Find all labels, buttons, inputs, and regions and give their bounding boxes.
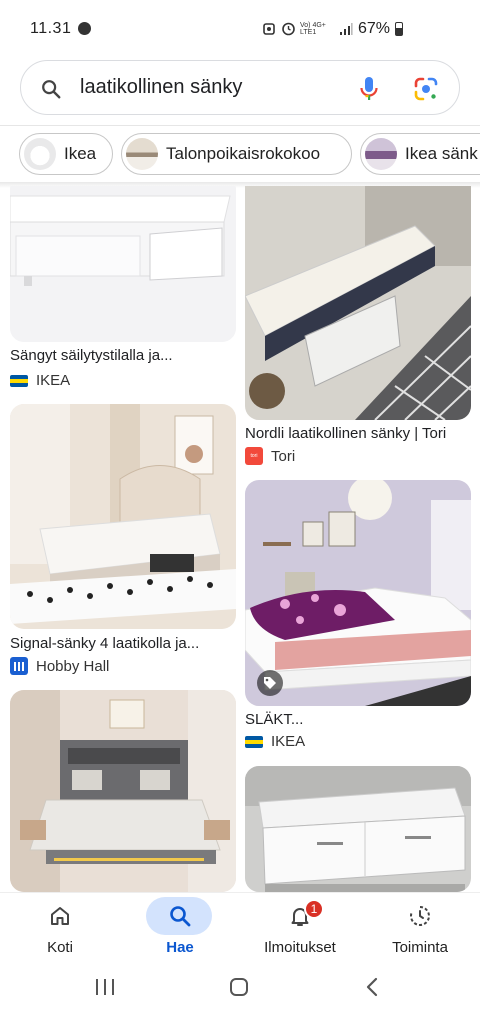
activity-icon[interactable]	[408, 904, 432, 928]
result-card[interactable]	[245, 480, 471, 706]
result-title[interactable]: Signal-sänky 4 laatikolla ja...	[10, 635, 236, 652]
result-card[interactable]	[10, 404, 236, 629]
result-source[interactable]: tori Tori	[245, 447, 295, 465]
result-card[interactable]	[245, 186, 471, 420]
bed-illustration	[245, 186, 471, 420]
result-source-name: IKEA	[36, 372, 71, 389]
mic-icon[interactable]	[357, 75, 381, 103]
status-bar: 11.31 Vo) 4G+ LTE1 67%	[0, 0, 480, 56]
search-box[interactable]: laatikollinen sänky	[20, 60, 460, 115]
chip-label: Talonpoikaisrokokoo	[166, 144, 321, 163]
nav-label: Koti	[47, 939, 73, 956]
result-source[interactable]: IKEA	[10, 372, 70, 389]
result-title[interactable]: Nordli laatikollinen sänky | Tori	[245, 425, 471, 442]
nav-item-ilmoitukset[interactable]: 1 Ilmoitukset	[240, 893, 360, 963]
chip-thumbnail	[365, 138, 397, 170]
nav-item-koti[interactable]: Koti	[0, 893, 120, 963]
status-time: 11.31	[30, 20, 72, 37]
nav-label: Toiminta	[392, 939, 448, 956]
battery-percent: 67%	[357, 20, 390, 37]
alarm-icon	[263, 23, 275, 35]
chip-ikea[interactable]: Ikea	[19, 133, 113, 175]
ikea-favicon-icon	[245, 735, 263, 748]
nav-item-hae[interactable]: Hae	[120, 893, 240, 963]
search-input[interactable]: laatikollinen sänky	[80, 76, 242, 99]
chip-thumbnail	[24, 138, 56, 170]
result-source-name: Hobby Hall	[36, 657, 110, 675]
result-source-name: Tori	[271, 447, 296, 465]
result-image[interactable]	[10, 404, 236, 629]
image-results-grid: Sängyt säilytystilalla ja... IKEA Signal…	[0, 186, 480, 892]
result-source[interactable]: Hobby Hall	[10, 657, 109, 675]
notification-badge: 1	[304, 899, 324, 919]
nav-label: Ilmoitukset	[264, 939, 336, 956]
tori-favicon-icon: tori	[245, 447, 263, 465]
nav-label: Hae	[166, 939, 194, 956]
home-button-icon[interactable]	[226, 974, 252, 1000]
result-card[interactable]	[245, 766, 471, 892]
result-card[interactable]	[10, 690, 236, 892]
bed-illustration	[10, 186, 236, 342]
filter-chips: Ikea Talonpoikaisrokokoo Ikea sänk	[0, 133, 480, 177]
result-image[interactable]	[10, 186, 236, 342]
product-tag-badge	[257, 670, 283, 696]
system-navigation-bar	[0, 962, 480, 1013]
chip-label: Ikea sänk	[405, 144, 478, 163]
ikea-favicon-icon	[10, 374, 28, 387]
result-image[interactable]	[245, 766, 471, 892]
bed-illustration	[245, 766, 471, 892]
notification-status-icon	[78, 22, 91, 35]
chip-ikea-sanky[interactable]: Ikea sänk	[360, 133, 480, 175]
price-tag-icon	[264, 677, 276, 689]
home-icon[interactable]	[48, 904, 72, 928]
bottom-navigation: Koti Hae 1 Ilmoitukset Toiminta	[0, 892, 480, 962]
chip-talonpoikaisrokokoo[interactable]: Talonpoikaisrokokoo	[121, 133, 352, 175]
nav-item-toiminta[interactable]: Toiminta	[360, 893, 480, 963]
bed-illustration	[245, 480, 471, 706]
search-divider	[0, 125, 480, 126]
result-image[interactable]	[245, 186, 471, 420]
clock-alarm-icon	[282, 22, 295, 36]
back-icon[interactable]	[360, 974, 386, 1000]
result-card[interactable]	[10, 186, 236, 342]
search-icon[interactable]	[40, 78, 62, 100]
signal-icon	[340, 23, 353, 35]
result-image[interactable]	[245, 480, 471, 706]
search-icon[interactable]	[168, 904, 192, 928]
recent-apps-icon[interactable]	[92, 974, 118, 1000]
hobby-hall-favicon-icon	[10, 657, 28, 675]
google-lens-icon[interactable]	[413, 76, 439, 102]
result-source[interactable]: IKEA	[245, 733, 305, 750]
bed-illustration	[10, 404, 236, 629]
bed-illustration	[10, 690, 236, 892]
chip-thumbnail	[126, 138, 158, 170]
result-image[interactable]	[10, 690, 236, 892]
result-title[interactable]: SLÄKT...	[245, 711, 471, 728]
chip-label: Ikea	[64, 144, 97, 163]
result-source-name: IKEA	[271, 733, 306, 750]
battery-icon	[395, 22, 403, 36]
result-title[interactable]: Sängyt säilytystilalla ja...	[10, 347, 236, 364]
network-label: Vo) 4G+ LTE1	[300, 22, 326, 36]
